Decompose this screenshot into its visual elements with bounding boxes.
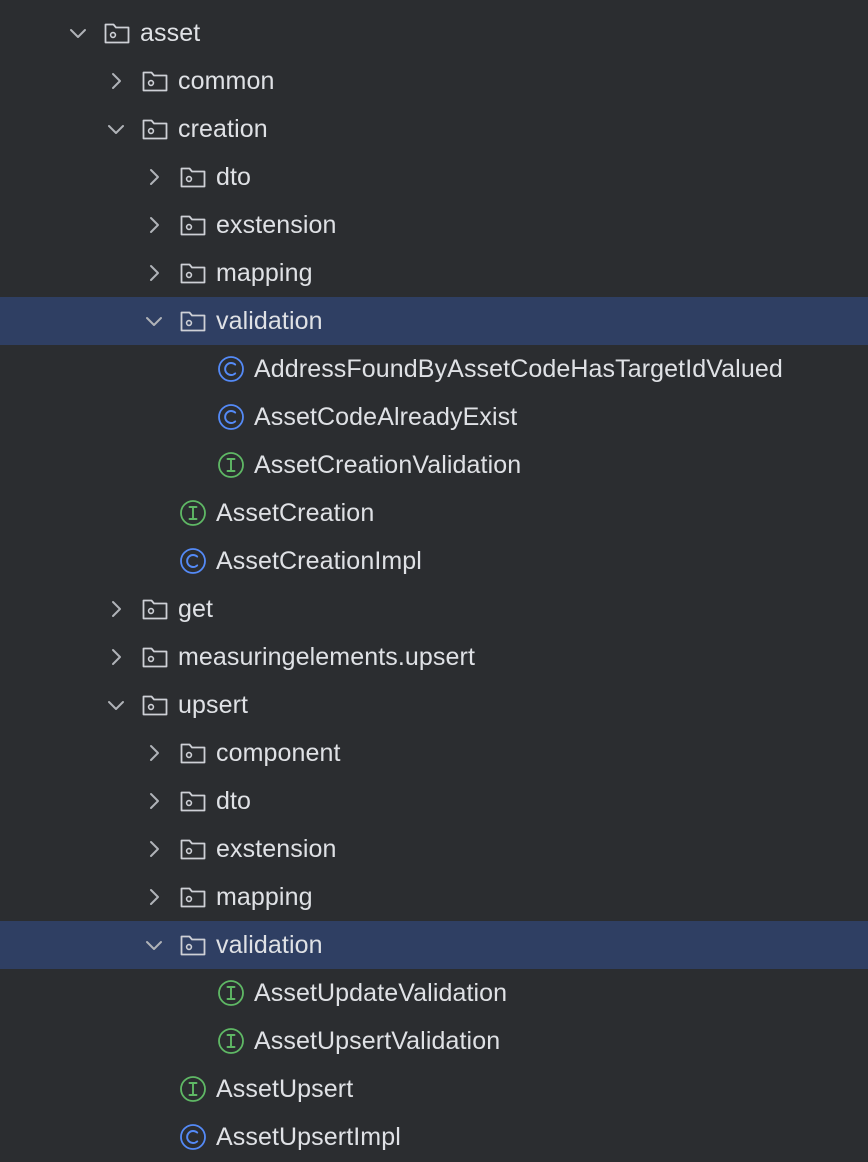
tree-item-assetupsertimpl[interactable]: AssetUpsertImpl [0, 1113, 868, 1161]
tree-item-upsert[interactable]: upsert [0, 681, 868, 729]
interface-icon [217, 451, 245, 478]
tree-item-assetcreation[interactable]: AssetCreation [0, 489, 868, 537]
tree-item-label: AssetCreationValidation [254, 451, 522, 479]
tree-item-assetcreationimpl[interactable]: AssetCreationImpl [0, 537, 868, 585]
package-folder-icon [179, 884, 207, 910]
package-folder-icon [141, 596, 169, 622]
tree-item-label: AssetUpdateValidation [254, 979, 508, 1007]
chevron-right-icon[interactable] [142, 165, 166, 189]
tree-item-common[interactable]: common [0, 57, 868, 105]
chevron-right-icon[interactable] [142, 261, 166, 285]
chevron-right-icon[interactable] [104, 645, 128, 669]
tree-item-label: common [178, 67, 275, 95]
tree-item-label: exstension [216, 211, 337, 239]
interface-icon [217, 979, 245, 1006]
tree-item-asset[interactable]: asset [0, 9, 868, 57]
chevron-right-icon[interactable] [142, 837, 166, 861]
chevron-right-icon[interactable] [142, 213, 166, 237]
tree-item-assetcodealreadyexist[interactable]: AssetCodeAlreadyExist [0, 393, 868, 441]
tree-item-label: exstension [216, 835, 337, 863]
tree-item-dto[interactable]: dto [0, 777, 868, 825]
class-icon [217, 403, 245, 430]
tree-item-label: AssetCreation [216, 499, 375, 527]
tree-item-measuringelements-upsert[interactable]: measuringelements.upsert [0, 633, 868, 681]
tree-item-label: dto [216, 787, 252, 815]
chevron-right-icon[interactable] [142, 789, 166, 813]
tree-item-assetupsert[interactable]: AssetUpsert [0, 1065, 868, 1113]
package-folder-icon [179, 260, 207, 286]
tree-item-label: creation [178, 115, 268, 143]
tree-item-mapping[interactable]: mapping [0, 249, 868, 297]
tree-item-label: validation [216, 307, 323, 335]
chevron-down-icon[interactable] [104, 693, 128, 717]
package-folder-icon [141, 644, 169, 670]
tree-item-label: AddressFoundByAssetCodeHasTargetIdValued [254, 355, 783, 383]
package-folder-icon [141, 68, 169, 94]
class-icon [179, 547, 207, 574]
tree-item-label: mapping [216, 259, 313, 287]
package-folder-icon [179, 212, 207, 238]
tree-item-validation[interactable]: validation [0, 297, 868, 345]
project-tree: asset common creation dto exstension mapping v… [0, 0, 868, 1162]
class-icon [217, 355, 245, 382]
tree-item-label: validation [216, 931, 323, 959]
package-folder-icon [179, 164, 207, 190]
tree-item-assetcreationvalidation[interactable]: AssetCreationValidation [0, 441, 868, 489]
tree-item-label: upsert [178, 691, 249, 719]
package-folder-icon [141, 692, 169, 718]
chevron-right-icon[interactable] [104, 69, 128, 93]
tree-item-label: mapping [216, 883, 313, 911]
chevron-right-icon[interactable] [142, 885, 166, 909]
tree-item-label: AssetUpsertValidation [254, 1027, 501, 1055]
package-folder-icon [179, 836, 207, 862]
tree-item-get[interactable]: get [0, 585, 868, 633]
tree-item-label: asset [140, 19, 201, 47]
tree-item-label: measuringelements.upsert [178, 643, 475, 671]
chevron-down-icon[interactable] [142, 309, 166, 333]
chevron-down-icon[interactable] [66, 21, 90, 45]
class-icon [179, 1123, 207, 1150]
tree-item-validation[interactable]: validation [0, 921, 868, 969]
tree-item-assetupdatevalidation[interactable]: AssetUpdateValidation [0, 969, 868, 1017]
tree-item-label: dto [216, 163, 252, 191]
chevron-down-icon[interactable] [104, 117, 128, 141]
tree-item-label: AssetUpsert [216, 1075, 354, 1103]
chevron-right-icon[interactable] [142, 741, 166, 765]
tree-item-label: get [178, 595, 214, 623]
tree-item-creation[interactable]: creation [0, 105, 868, 153]
chevron-right-icon[interactable] [104, 597, 128, 621]
tree-item-exstension[interactable]: exstension [0, 201, 868, 249]
tree-item-component[interactable]: component [0, 729, 868, 777]
tree-item-label: AssetCodeAlreadyExist [254, 403, 518, 431]
tree-item-mapping[interactable]: mapping [0, 873, 868, 921]
tree-item-addressfoundbyassetcodehastargetidvalued[interactable]: AddressFoundByAssetCodeHasTargetIdValued [0, 345, 868, 393]
package-folder-icon [179, 932, 207, 958]
chevron-down-icon[interactable] [142, 933, 166, 957]
package-folder-icon [179, 788, 207, 814]
interface-icon [217, 1027, 245, 1054]
tree-item-dto[interactable]: dto [0, 153, 868, 201]
package-folder-icon [103, 20, 131, 46]
tree-item-label: component [216, 739, 341, 767]
interface-icon [179, 1075, 207, 1102]
package-folder-icon [141, 116, 169, 142]
tree-item-label: AssetUpsertImpl [216, 1123, 401, 1151]
package-folder-icon [179, 740, 207, 766]
tree-item-exstension[interactable]: exstension [0, 825, 868, 873]
tree-item-label: AssetCreationImpl [216, 547, 422, 575]
package-folder-icon [179, 308, 207, 334]
interface-icon [179, 499, 207, 526]
tree-item-assetupsertvalidation[interactable]: AssetUpsertValidation [0, 1017, 868, 1065]
